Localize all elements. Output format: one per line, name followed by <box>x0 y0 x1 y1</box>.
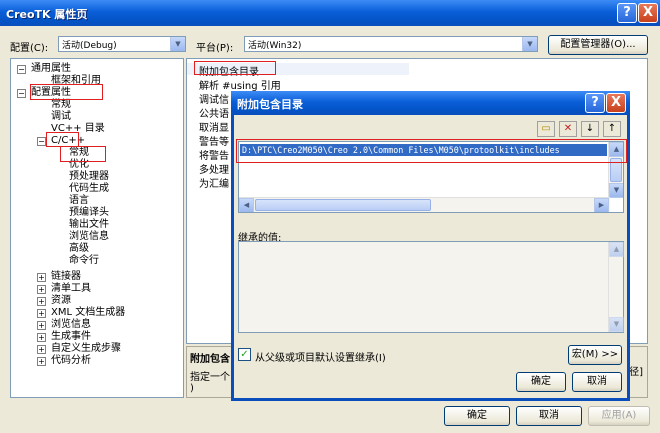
tree-item-linker[interactable]: 链接器 <box>51 271 81 283</box>
scroll-up-icon[interactable]: ▲ <box>609 142 623 157</box>
tree-item-vc-directories[interactable]: VC++ 目录 <box>51 123 105 135</box>
close-button[interactable]: X <box>638 3 658 23</box>
scroll-thumb[interactable] <box>610 158 622 182</box>
dialog-cancel-button[interactable]: 取消 <box>572 372 622 392</box>
tree-item-config-properties[interactable]: 配置属性 <box>31 87 71 99</box>
scroll-up-icon[interactable]: ▲ <box>609 242 624 257</box>
tree-item-language[interactable]: 语言 <box>69 195 89 207</box>
config-label: 配置(C): <box>10 43 49 54</box>
scroll-left-icon[interactable]: ◀ <box>239 198 254 212</box>
tree-item-optimization[interactable]: 优化 <box>69 159 89 171</box>
tree-item-common-properties[interactable]: 通用属性 <box>31 63 71 75</box>
move-down-icon[interactable]: ↓ <box>581 121 599 137</box>
ok-button[interactable]: 确定 <box>444 406 510 426</box>
move-up-icon[interactable]: ↑ <box>603 121 621 137</box>
delete-icon[interactable]: ✕ <box>559 121 577 137</box>
expand-icon[interactable]: + <box>37 345 46 354</box>
vertical-scrollbar[interactable]: ▲ ▼ <box>608 242 624 332</box>
scroll-thumb[interactable] <box>255 199 431 211</box>
tree-item-debugging[interactable]: 调试 <box>51 111 71 123</box>
dialog-close-button[interactable]: X <box>606 93 626 113</box>
window-titlebar: CreoTK 属性页 ? X <box>0 0 660 26</box>
expand-icon[interactable]: + <box>37 357 46 366</box>
tree-item-code-analysis[interactable]: 代码分析 <box>51 355 91 367</box>
inherit-checkbox-label: 从父级或项目默认设置继承(I) <box>255 353 386 364</box>
expand-icon[interactable]: + <box>37 273 46 282</box>
tree-item-precompiled-headers[interactable]: 预编译头 <box>69 207 109 219</box>
scroll-down-icon[interactable]: ▼ <box>609 183 623 198</box>
tree-item-resources[interactable]: 资源 <box>51 295 71 307</box>
chevron-down-icon[interactable]: ▼ <box>522 37 537 51</box>
tree-item-framework-references[interactable]: 框架和引用 <box>51 75 101 87</box>
tree-item-general[interactable]: 常规 <box>51 99 71 111</box>
tree-item-xml-doc[interactable]: XML 文档生成器 <box>51 307 125 319</box>
include-dirs-dialog: 附加包含目录 ? X ▭ ✕ ↓ ↑ D:\PTC\Creo2M050\Creo… <box>231 91 630 401</box>
dialog-title: 附加包含目录 <box>237 98 303 111</box>
include-dirs-list[interactable]: D:\PTC\Creo2M050\Creo 2.0\Common Files\M… <box>238 141 624 213</box>
tree-item-output-files[interactable]: 输出文件 <box>69 219 109 231</box>
tree-item-browse-info[interactable]: 浏览信息 <box>69 231 109 243</box>
description-text-end: 径] <box>629 367 643 378</box>
cancel-button[interactable]: 取消 <box>516 406 582 426</box>
expand-icon[interactable]: + <box>37 309 46 318</box>
tree-item-advanced[interactable]: 高级 <box>69 243 89 255</box>
tree-item-manifest-tool[interactable]: 清单工具 <box>51 283 91 295</box>
vertical-scrollbar[interactable]: ▲ ▼ <box>608 142 623 198</box>
expand-icon[interactable]: + <box>37 321 46 330</box>
tree-item-cpp-general[interactable]: 常规 <box>69 147 89 159</box>
tree-item-custom-build-step[interactable]: 自定义生成步骤 <box>51 343 121 355</box>
grid-row-additional-include[interactable]: 附加包含目录 <box>187 63 409 78</box>
inherited-values-box: ▲ ▼ <box>238 241 624 333</box>
scroll-down-icon[interactable]: ▼ <box>609 317 624 332</box>
new-folder-icon[interactable]: ▭ <box>537 121 555 137</box>
macro-button[interactable]: 宏(M) >> <box>568 345 622 365</box>
tree-item-preprocessor[interactable]: 预处理器 <box>69 171 109 183</box>
tree-item-build-events[interactable]: 生成事件 <box>51 331 91 343</box>
grid-row-resolve-using[interactable]: 解析 #using 引用 <box>187 77 409 92</box>
platform-select[interactable]: 活动(Win32) ▼ <box>244 36 538 52</box>
property-tree: − 通用属性 框架和引用 − 配置属性 常规 调试 VC++ 目录 − C/C+… <box>10 58 184 398</box>
expand-icon[interactable]: + <box>37 285 46 294</box>
inherit-checkbox[interactable]: ✓ <box>238 348 251 361</box>
config-select[interactable]: 活动(Debug) ▼ <box>58 36 186 52</box>
apply-button[interactable]: 应用(A) <box>588 406 650 426</box>
include-path-item[interactable]: D:\PTC\Creo2M050\Creo 2.0\Common Files\M… <box>240 144 607 156</box>
dialog-ok-button[interactable]: 确定 <box>516 372 566 392</box>
scroll-right-icon[interactable]: ▶ <box>594 198 609 212</box>
tree-item-browse-info-2[interactable]: 浏览信息 <box>51 319 91 331</box>
window-title: CreoTK 属性页 <box>6 8 88 21</box>
expand-icon[interactable]: + <box>37 333 46 342</box>
dialog-titlebar: 附加包含目录 ? X <box>231 91 630 115</box>
tree-item-cpp[interactable]: C/C++ <box>51 135 85 147</box>
tree-item-code-generation[interactable]: 代码生成 <box>69 183 109 195</box>
platform-label: 平台(P): <box>196 43 234 54</box>
expand-icon[interactable]: + <box>37 297 46 306</box>
dialog-help-button[interactable]: ? <box>585 93 605 113</box>
config-manager-button[interactable]: 配置管理器(O)... <box>548 35 648 55</box>
collapse-icon[interactable]: − <box>37 137 46 146</box>
platform-select-value: 活动(Win32) <box>248 41 302 51</box>
tree-item-command-line[interactable]: 命令行 <box>69 255 99 267</box>
collapse-icon[interactable]: − <box>17 89 26 98</box>
config-select-value: 活动(Debug) <box>62 41 117 51</box>
collapse-icon[interactable]: − <box>17 65 26 74</box>
help-button[interactable]: ? <box>617 3 637 23</box>
chevron-down-icon[interactable]: ▼ <box>170 37 185 51</box>
horizontal-scrollbar[interactable]: ◀ ▶ <box>239 197 610 212</box>
